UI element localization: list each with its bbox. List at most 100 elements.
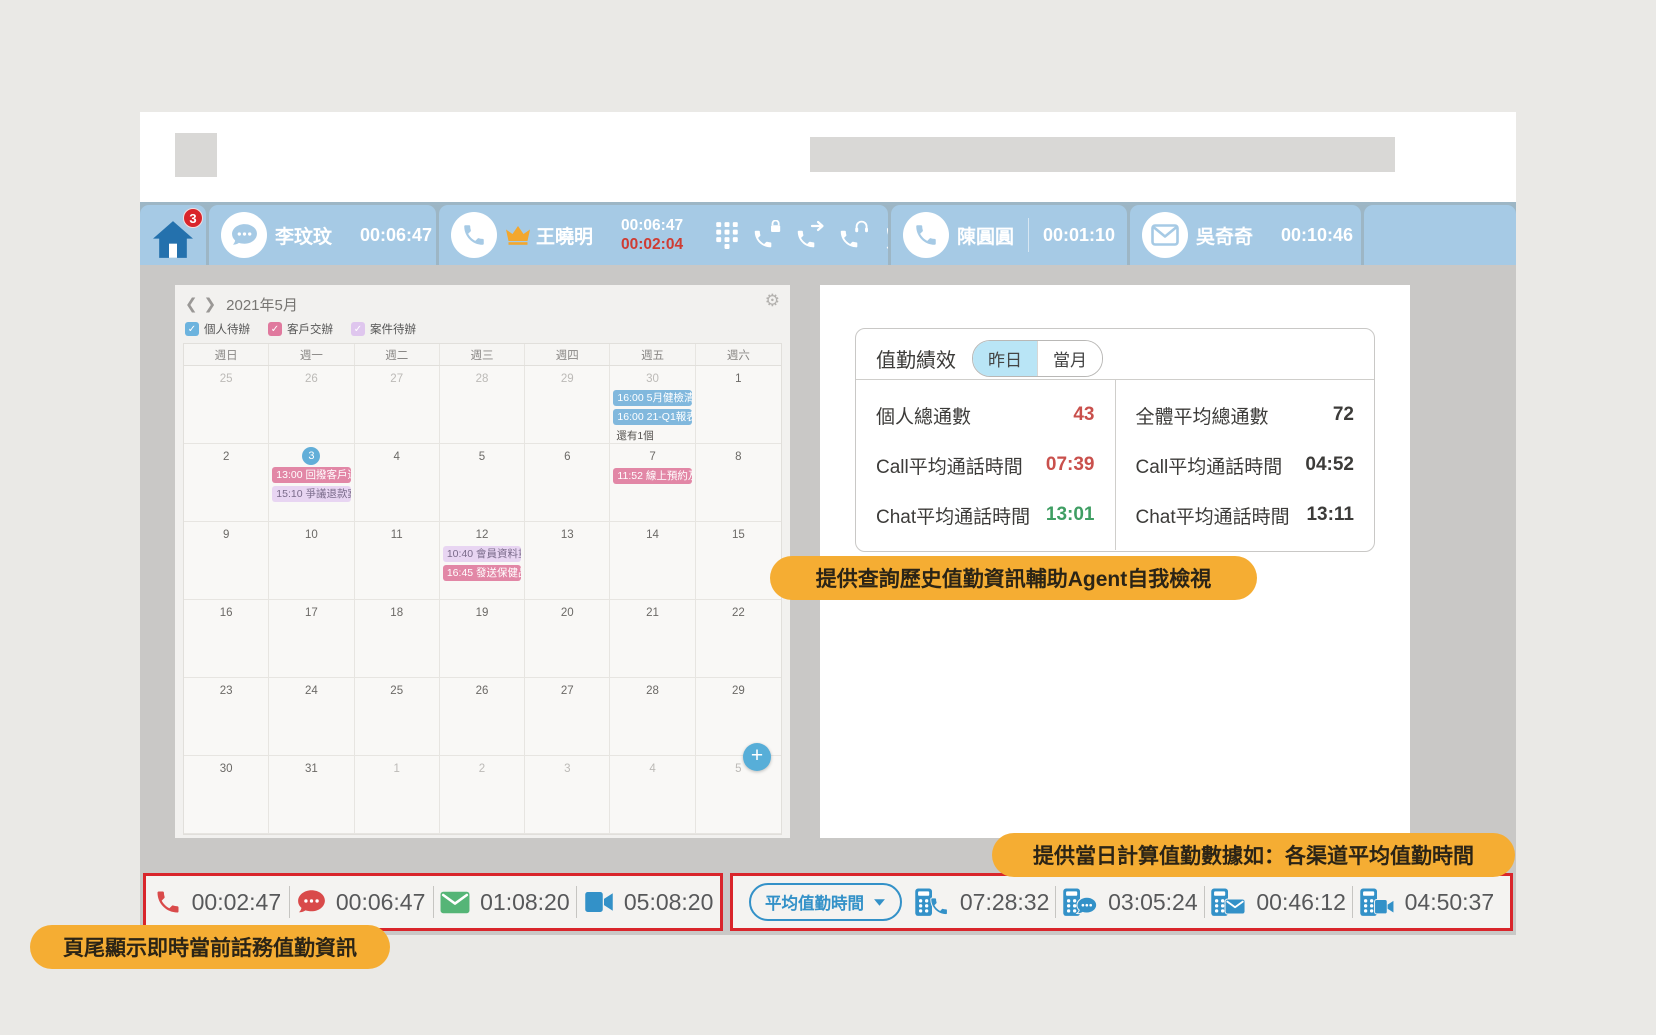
tab-yesterday[interactable]: 昨日 bbox=[973, 341, 1037, 376]
calendar-cell[interactable]: 27 bbox=[525, 678, 610, 756]
calendar-event[interactable]: 16:00 5月健檢清單 bbox=[613, 390, 691, 406]
stat-value: 07:39 bbox=[1046, 454, 1095, 476]
calendar-cell[interactable]: 8 bbox=[696, 444, 781, 522]
calendar-event[interactable]: 10:40 會員資料重新審 bbox=[443, 546, 521, 562]
calendar-cell[interactable]: 2 bbox=[184, 444, 269, 522]
calendar-date: 26 bbox=[269, 370, 353, 388]
calendar-cell[interactable]: 3016:00 5月健檢清單16:00 21-Q1報表統整還有1個 bbox=[610, 366, 695, 444]
hold-call-icon[interactable] bbox=[752, 220, 782, 250]
calendar-weekday-label: 週一 bbox=[269, 344, 354, 365]
calendar-cell[interactable]: 16 bbox=[184, 600, 269, 678]
home-button[interactable]: 3 bbox=[140, 205, 206, 265]
calendar-cell[interactable]: 25 bbox=[355, 678, 440, 756]
calendar-cell[interactable]: 10 bbox=[269, 522, 354, 600]
calendar-event[interactable]: 13:00 回撥客戶通知 bbox=[272, 467, 350, 483]
calendar-cell[interactable]: 313:00 回撥客戶通知15:10 爭議退款案件 bbox=[269, 444, 354, 522]
calendar-event[interactable]: 11:52 線上預約及說明 bbox=[613, 468, 691, 484]
calendar-cell[interactable]: 28 bbox=[440, 366, 525, 444]
calendar-cell[interactable]: 29 bbox=[696, 678, 781, 756]
calendar-cell[interactable]: 26 bbox=[440, 678, 525, 756]
calendar-date: 29 bbox=[525, 370, 609, 388]
calendar-cell[interactable]: 31 bbox=[269, 756, 354, 834]
checkbox-checked-icon[interactable]: ✓ bbox=[351, 322, 365, 336]
calendar-event[interactable]: 16:00 21-Q1報表統整 bbox=[613, 409, 691, 425]
performance-header: 值勤績效 昨日 當月 bbox=[856, 329, 1374, 379]
calendar-cell[interactable]: 13 bbox=[525, 522, 610, 600]
calendar-cell[interactable]: 5 bbox=[696, 756, 781, 834]
app-window: 3 李玟玟 00:06:47 bbox=[140, 112, 1516, 935]
legend-personal-todo[interactable]: ✓ 個人待辦 bbox=[185, 321, 250, 337]
calendar-cell[interactable]: 1 bbox=[696, 366, 781, 444]
calendar-cell[interactable]: 1210:40 會員資料重新審16:45 發送保健品DM bbox=[440, 522, 525, 600]
stat-value: 13:01 bbox=[1046, 504, 1095, 526]
calendar-cell[interactable]: 2 bbox=[440, 756, 525, 834]
stat-row: Chat平均通話時間 13:11 bbox=[1136, 502, 1355, 529]
mail-agent-card[interactable]: 吳奇奇 00:10:46 bbox=[1130, 205, 1361, 265]
phone-channel-circle bbox=[903, 212, 949, 258]
calendar-cell[interactable]: 27 bbox=[355, 366, 440, 444]
performance-tabs: 昨日 當月 bbox=[972, 340, 1103, 377]
calendar-cell[interactable]: 25 bbox=[184, 366, 269, 444]
legend-case-todo[interactable]: ✓ 案件待辦 bbox=[351, 321, 416, 337]
calendar-cell[interactable]: 19 bbox=[440, 600, 525, 678]
calendar-cell[interactable]: 1 bbox=[355, 756, 440, 834]
current-video-time: 05:08:20 bbox=[624, 889, 714, 916]
calendar-cell[interactable]: 6 bbox=[525, 444, 610, 522]
calendar-cell[interactable]: 29 bbox=[525, 366, 610, 444]
calendar-cell[interactable]: 24 bbox=[269, 678, 354, 756]
calculator-chat-icon bbox=[1062, 888, 1098, 917]
calendar-cell[interactable]: 9 bbox=[184, 522, 269, 600]
calendar-next-button[interactable]: ❯ bbox=[204, 297, 217, 312]
calendar-date: 14 bbox=[610, 526, 694, 544]
callout-footer-realtime: 頁尾顯示即時當前話務值勤資訊 bbox=[30, 925, 390, 969]
checkbox-checked-icon[interactable]: ✓ bbox=[268, 322, 282, 336]
calendar-cell[interactable]: 18 bbox=[355, 600, 440, 678]
phone-agent-name: 陳圓圓 bbox=[957, 222, 1014, 249]
phone-agent-card[interactable]: 陳圓圓 00:01:10 bbox=[891, 205, 1127, 265]
tab-current-month[interactable]: 當月 bbox=[1037, 341, 1102, 376]
calendar-event[interactable]: 16:45 發送保健品DM bbox=[443, 565, 521, 581]
calendar-event[interactable]: 15:10 爭議退款案件 bbox=[272, 486, 350, 502]
calendar-prev-button[interactable]: ❮ bbox=[185, 297, 198, 312]
calendar-cell[interactable]: 26 bbox=[269, 366, 354, 444]
calendar-cell[interactable]: 22 bbox=[696, 600, 781, 678]
gear-icon[interactable]: ⚙ bbox=[765, 292, 780, 309]
calendar-date: 20 bbox=[525, 604, 609, 622]
call-agent-card[interactable]: 王曉明 00:06:47 00:02:04 bbox=[439, 205, 888, 265]
calendar-cell[interactable]: 21 bbox=[610, 600, 695, 678]
add-event-button[interactable]: + bbox=[743, 743, 771, 771]
calendar-cell[interactable]: 711:52 線上預約及說明 bbox=[610, 444, 695, 522]
calendar-date: 25 bbox=[355, 682, 439, 700]
stat-row: 個人總通數 43 bbox=[876, 402, 1095, 429]
calendar-cell[interactable]: 5 bbox=[440, 444, 525, 522]
calendar-cell[interactable]: 23 bbox=[184, 678, 269, 756]
chat-agent-card[interactable]: 李玟玟 00:06:47 bbox=[209, 205, 436, 265]
calendar-cell[interactable]: 20 bbox=[525, 600, 610, 678]
calendar-cell[interactable]: 3 bbox=[525, 756, 610, 834]
calendar-cell[interactable]: 30 bbox=[184, 756, 269, 834]
calendar-title: 2021年5月 bbox=[226, 294, 298, 315]
checkbox-checked-icon[interactable]: ✓ bbox=[185, 322, 199, 336]
average-duty-dropdown[interactable]: 平均值勤時間 bbox=[749, 883, 902, 921]
calendar-cell[interactable]: 4 bbox=[355, 444, 440, 522]
calendar-cell[interactable]: 14 bbox=[610, 522, 695, 600]
calendar-cell[interactable]: 17 bbox=[269, 600, 354, 678]
calendar-date: 16 bbox=[184, 604, 268, 622]
calendar-cell[interactable]: 4 bbox=[610, 756, 695, 834]
calendar-date: 8 bbox=[696, 448, 781, 466]
hangup-icon[interactable] bbox=[881, 220, 888, 250]
calendar-cell[interactable]: 28 bbox=[610, 678, 695, 756]
calendar-cell[interactable]: 15 bbox=[696, 522, 781, 600]
transfer-call-icon[interactable] bbox=[795, 220, 825, 250]
calendar-cell[interactable]: 11 bbox=[355, 522, 440, 600]
average-video-group: 04:50:37 bbox=[1353, 888, 1500, 917]
stat-value: 13:11 bbox=[1306, 504, 1354, 526]
legend-customer-task[interactable]: ✓ 客戶交辦 bbox=[268, 321, 333, 337]
legend-label: 客戶交辦 bbox=[287, 321, 333, 337]
crown-icon bbox=[505, 225, 531, 245]
monitor-call-icon[interactable] bbox=[838, 220, 868, 250]
dialpad-icon[interactable] bbox=[715, 221, 739, 249]
calendar-more-link[interactable]: 還有1個 bbox=[610, 428, 694, 443]
personal-stats-column: 個人總通數 43 Call平均通話時間 07:39 Chat平均通話時間 13:… bbox=[856, 380, 1116, 550]
calendar-date: 26 bbox=[440, 682, 524, 700]
